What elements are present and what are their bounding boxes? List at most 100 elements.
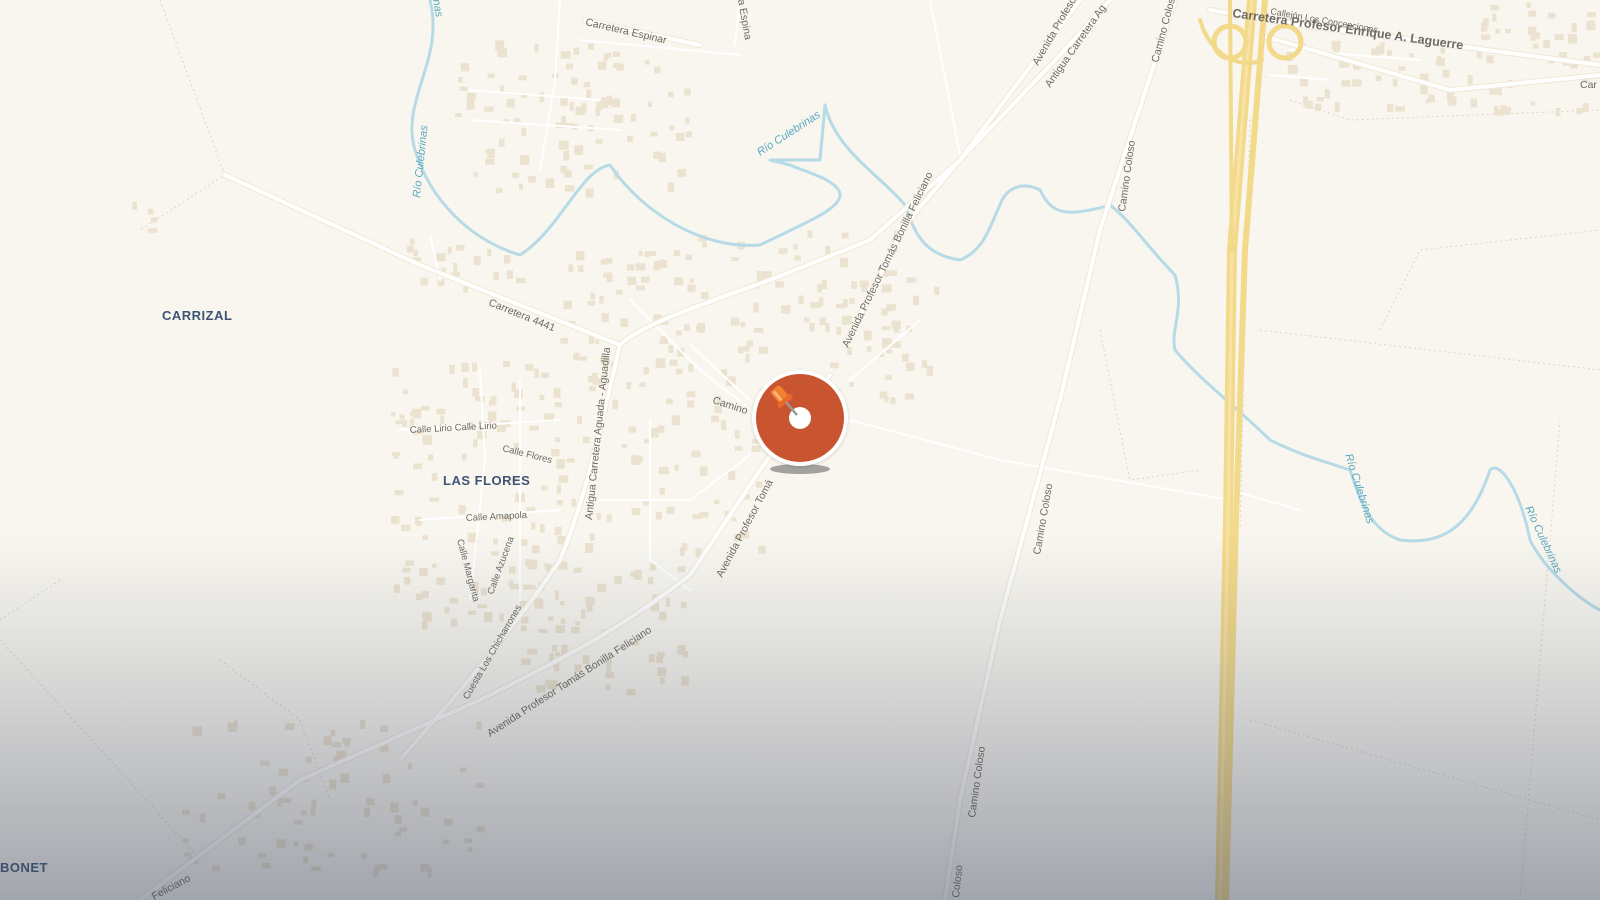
building [472,388,480,397]
building [565,185,575,192]
building [455,113,462,118]
building [585,543,594,553]
building [666,506,675,514]
building [458,505,465,515]
building [392,368,399,377]
building [590,292,595,300]
building [635,263,646,271]
building [647,576,654,585]
building [488,400,496,406]
building [667,182,675,192]
building [684,88,691,96]
building [473,255,481,266]
building [659,467,669,475]
building [403,389,409,394]
building [669,125,675,131]
building [841,232,849,239]
building [1526,2,1532,8]
building [658,152,666,163]
building [674,250,680,257]
building [901,353,909,362]
building [284,723,295,730]
building [311,866,321,871]
building [444,607,450,613]
building [711,415,719,423]
building [1495,28,1501,34]
building [586,605,593,612]
building [574,145,584,155]
building [413,249,419,257]
building [493,538,498,545]
building [503,360,510,367]
building [344,737,350,747]
building [1527,26,1537,35]
building [632,455,642,465]
building [1571,22,1577,33]
building [233,720,238,729]
building [1490,4,1500,11]
map-view[interactable]: CARRIZAL LAS FLORES BONET Carretera Espi… [0,0,1600,900]
building [613,114,624,123]
building [648,654,655,663]
building [1504,29,1511,34]
building [1303,96,1309,106]
building [504,254,511,264]
building [863,330,872,341]
building [680,601,687,609]
building [743,346,750,352]
building [269,786,277,796]
building [323,736,332,746]
building [740,322,746,328]
building [1395,106,1405,112]
building [560,338,569,344]
building [332,742,341,748]
building [650,132,658,137]
building [485,159,495,165]
building [293,820,303,825]
building [395,420,405,425]
building [327,852,335,858]
building [676,330,682,336]
building [506,270,513,279]
building [555,652,561,657]
building [649,427,659,438]
building [453,263,458,272]
building [626,382,632,389]
building [696,326,703,332]
location-marker[interactable] [752,370,848,480]
building [393,584,400,593]
building [406,245,414,253]
building [683,324,690,331]
building [657,667,667,676]
building [588,43,594,50]
building [588,386,596,392]
building [429,497,440,502]
building [330,729,336,737]
building [1481,22,1488,32]
building [461,363,469,372]
building [578,356,588,361]
building [881,284,892,293]
building [1543,40,1550,49]
building [851,281,858,289]
building [573,567,582,573]
building [1420,85,1428,95]
building [689,278,694,283]
building [885,375,892,380]
building [659,611,667,621]
building [631,508,641,515]
label-car-fragment: Car [1580,79,1597,91]
building [248,801,256,811]
building [508,566,516,574]
building [558,475,569,483]
building [520,539,528,547]
building [644,60,650,65]
building [595,139,603,144]
building [554,590,559,600]
building [611,98,621,108]
building [934,286,940,295]
building [692,514,702,520]
building [679,546,685,557]
building [630,113,637,122]
building [647,251,656,256]
